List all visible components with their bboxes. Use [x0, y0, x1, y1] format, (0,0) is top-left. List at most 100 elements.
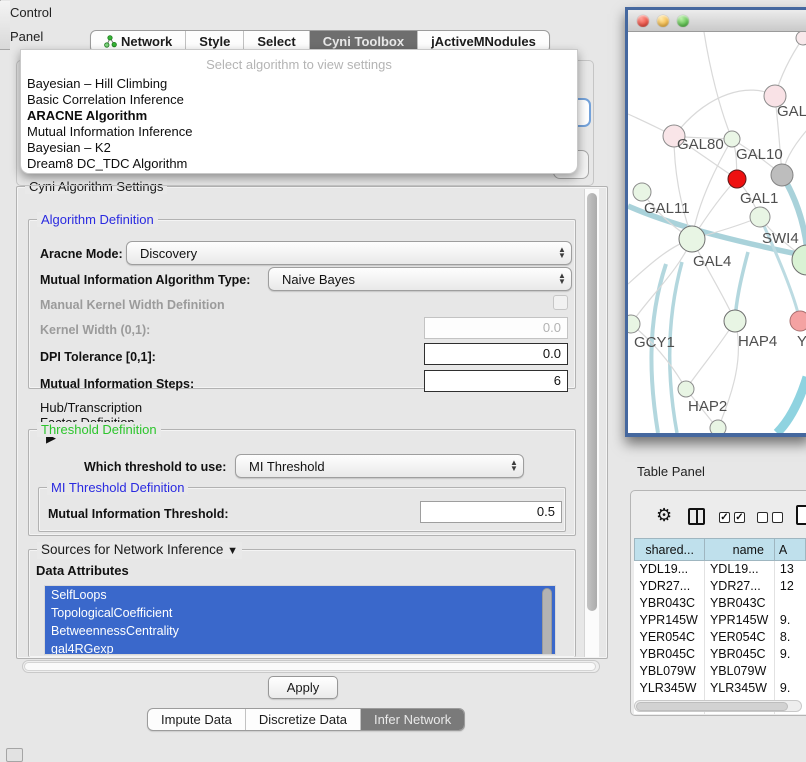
node-label: GCY1: [634, 334, 675, 351]
algorithm-dropdown-popup: Select algorithm to view settings Bayesi…: [20, 49, 578, 174]
node-gray[interactable]: [771, 164, 793, 186]
algorithm-option[interactable]: Bayesian – Hill Climbing: [21, 76, 577, 92]
attributes-scrollbar-thumb[interactable]: [542, 588, 552, 655]
kernel-width-field[interactable]: 0.0: [424, 317, 568, 339]
apply-button[interactable]: Apply: [268, 676, 338, 699]
tab-infer-network[interactable]: Infer Network: [360, 709, 464, 730]
cell[interactable]: YBR043C: [635, 595, 705, 612]
tab-impute-data-label: Impute Data: [161, 709, 232, 730]
node-label: Y: [797, 333, 806, 350]
cell[interactable]: YLR345W: [704, 680, 774, 697]
deselect-all-columns-icon[interactable]: [757, 512, 783, 523]
table-row[interactable]: YER054CYER054C8.: [635, 629, 806, 646]
cell[interactable]: YDR27...: [635, 578, 705, 595]
table-row[interactable]: YPR145WYPR145W9.: [635, 612, 806, 629]
tab-discretize-data[interactable]: Discretize Data: [245, 709, 360, 730]
node-label: GAL: [777, 103, 806, 120]
node-gal4[interactable]: [679, 226, 705, 252]
manual-kernel-checkbox[interactable]: [553, 295, 568, 310]
settings-hscrollbar[interactable]: [22, 660, 600, 673]
cell[interactable]: YLR345W: [635, 680, 705, 697]
table-hscrollbar[interactable]: [634, 700, 802, 712]
export-table-file-icon[interactable]: [796, 505, 806, 525]
cell[interactable]: YDR27...: [704, 578, 774, 595]
cell[interactable]: YBL079W: [704, 663, 774, 680]
cell[interactable]: YBR045C: [704, 646, 774, 663]
unchecked-box-icon: [757, 512, 768, 523]
control-panel-titlebar[interactable]: Control Panel ✖: [0, 1, 10, 50]
zoom-traffic-light[interactable]: [677, 15, 689, 27]
mi-steps-field[interactable]: 6: [424, 370, 568, 392]
data-attributes-list[interactable]: SelfLoops TopologicalCoefficient Between…: [44, 585, 556, 655]
cell[interactable]: [774, 663, 805, 680]
attribute-item[interactable]: BetweennessCentrality: [45, 622, 555, 640]
cell[interactable]: 12: [774, 578, 805, 595]
settings-scrollbar[interactable]: [584, 189, 599, 657]
cell[interactable]: YDL19...: [704, 561, 774, 578]
cell[interactable]: YBR043C: [704, 595, 774, 612]
aracne-mode-combo[interactable]: Discovery ▲▼: [126, 241, 572, 265]
close-traffic-light[interactable]: [637, 15, 649, 27]
cell[interactable]: YPR145W: [635, 612, 705, 629]
column-header[interactable]: shared...: [635, 539, 705, 561]
node-gal10-red[interactable]: [728, 170, 746, 188]
cell[interactable]: 9.: [774, 680, 805, 697]
tab-infer-network-label: Infer Network: [374, 709, 451, 730]
cell[interactable]: 9.: [774, 646, 805, 663]
node-salmon[interactable]: [790, 311, 806, 331]
table-row[interactable]: YBL079WYBL079W: [635, 663, 806, 680]
node-bottom[interactable]: [710, 420, 726, 433]
control-panel-title: Control Panel: [10, 5, 52, 44]
algorithm-option[interactable]: Dream8 DC_TDC Algorithm: [21, 156, 577, 172]
minimize-traffic-light[interactable]: [657, 15, 669, 27]
sources-legend[interactable]: Sources for Network Inference ▼: [37, 542, 242, 559]
tab-impute-data[interactable]: Impute Data: [148, 709, 245, 730]
table-row[interactable]: YBR043CYBR043C: [635, 595, 806, 612]
node-gal1[interactable]: [750, 207, 770, 227]
columns-icon[interactable]: [688, 508, 705, 525]
algorithm-option[interactable]: Mutual Information Inference: [21, 124, 577, 140]
node-hap2[interactable]: [678, 381, 694, 397]
attribute-item[interactable]: TopologicalCoefficient: [45, 604, 555, 622]
cell[interactable]: YBR045C: [635, 646, 705, 663]
cell[interactable]: YER054C: [704, 629, 774, 646]
mi-steps-label: Mutual Information Steps:: [40, 377, 194, 391]
table-row[interactable]: YDR27...YDR27...12: [635, 578, 806, 595]
column-header[interactable]: name: [704, 539, 774, 561]
table-row[interactable]: YLR345WYLR345W9.: [635, 680, 806, 697]
settings-hscrollbar-thumb[interactable]: [24, 662, 596, 671]
which-threshold-combo[interactable]: MI Threshold ▲▼: [235, 454, 524, 478]
select-all-columns-icon[interactable]: ✓ ✓: [719, 512, 745, 523]
dpi-tolerance-field[interactable]: 0.0: [424, 343, 568, 365]
gear-icon[interactable]: ⚙: [656, 505, 672, 526]
table-hscrollbar-thumb[interactable]: [636, 702, 788, 711]
mi-threshold-field[interactable]: 0.5: [420, 501, 562, 523]
node-small-green[interactable]: [724, 131, 740, 147]
column-header[interactable]: A: [774, 539, 805, 561]
cell[interactable]: 13: [774, 561, 805, 578]
node-hap4[interactable]: [724, 310, 746, 332]
stepper-arrows-icon: ▲▼: [553, 247, 571, 259]
cell[interactable]: [774, 595, 805, 612]
cell[interactable]: YPR145W: [704, 612, 774, 629]
cell[interactable]: YDL19...: [635, 561, 705, 578]
unchecked-box-icon: [772, 512, 783, 523]
table-row[interactable]: YBR045CYBR045C9.: [635, 646, 806, 663]
algorithm-option[interactable]: Basic Correlation Inference: [21, 92, 577, 108]
cell[interactable]: 9.: [774, 612, 805, 629]
cell[interactable]: 8.: [774, 629, 805, 646]
attribute-item[interactable]: gal4RGexp: [45, 640, 555, 655]
which-threshold-label: Which threshold to use:: [84, 460, 226, 474]
algorithm-option-selected[interactable]: ARACNE Algorithm: [21, 108, 577, 124]
network-window-titlebar[interactable]: [628, 10, 806, 32]
network-canvas[interactable]: GAL GAL80 GAL10 GAL11 GAL1 SWI4 GAL4 GCY…: [628, 32, 806, 433]
bottom-panel-toggle-button[interactable]: [6, 748, 23, 762]
cell[interactable]: YBL079W: [635, 663, 705, 680]
settings-scrollbar-thumb[interactable]: [587, 193, 597, 611]
cell[interactable]: YER054C: [635, 629, 705, 646]
mi-type-combo[interactable]: Naive Bayes ▲▼: [268, 267, 572, 291]
node-gal11[interactable]: [633, 183, 651, 201]
attribute-item[interactable]: SelfLoops: [45, 586, 555, 604]
table-row[interactable]: YDL19...YDL19...13: [635, 561, 806, 578]
algorithm-option[interactable]: Bayesian – K2: [21, 140, 577, 156]
